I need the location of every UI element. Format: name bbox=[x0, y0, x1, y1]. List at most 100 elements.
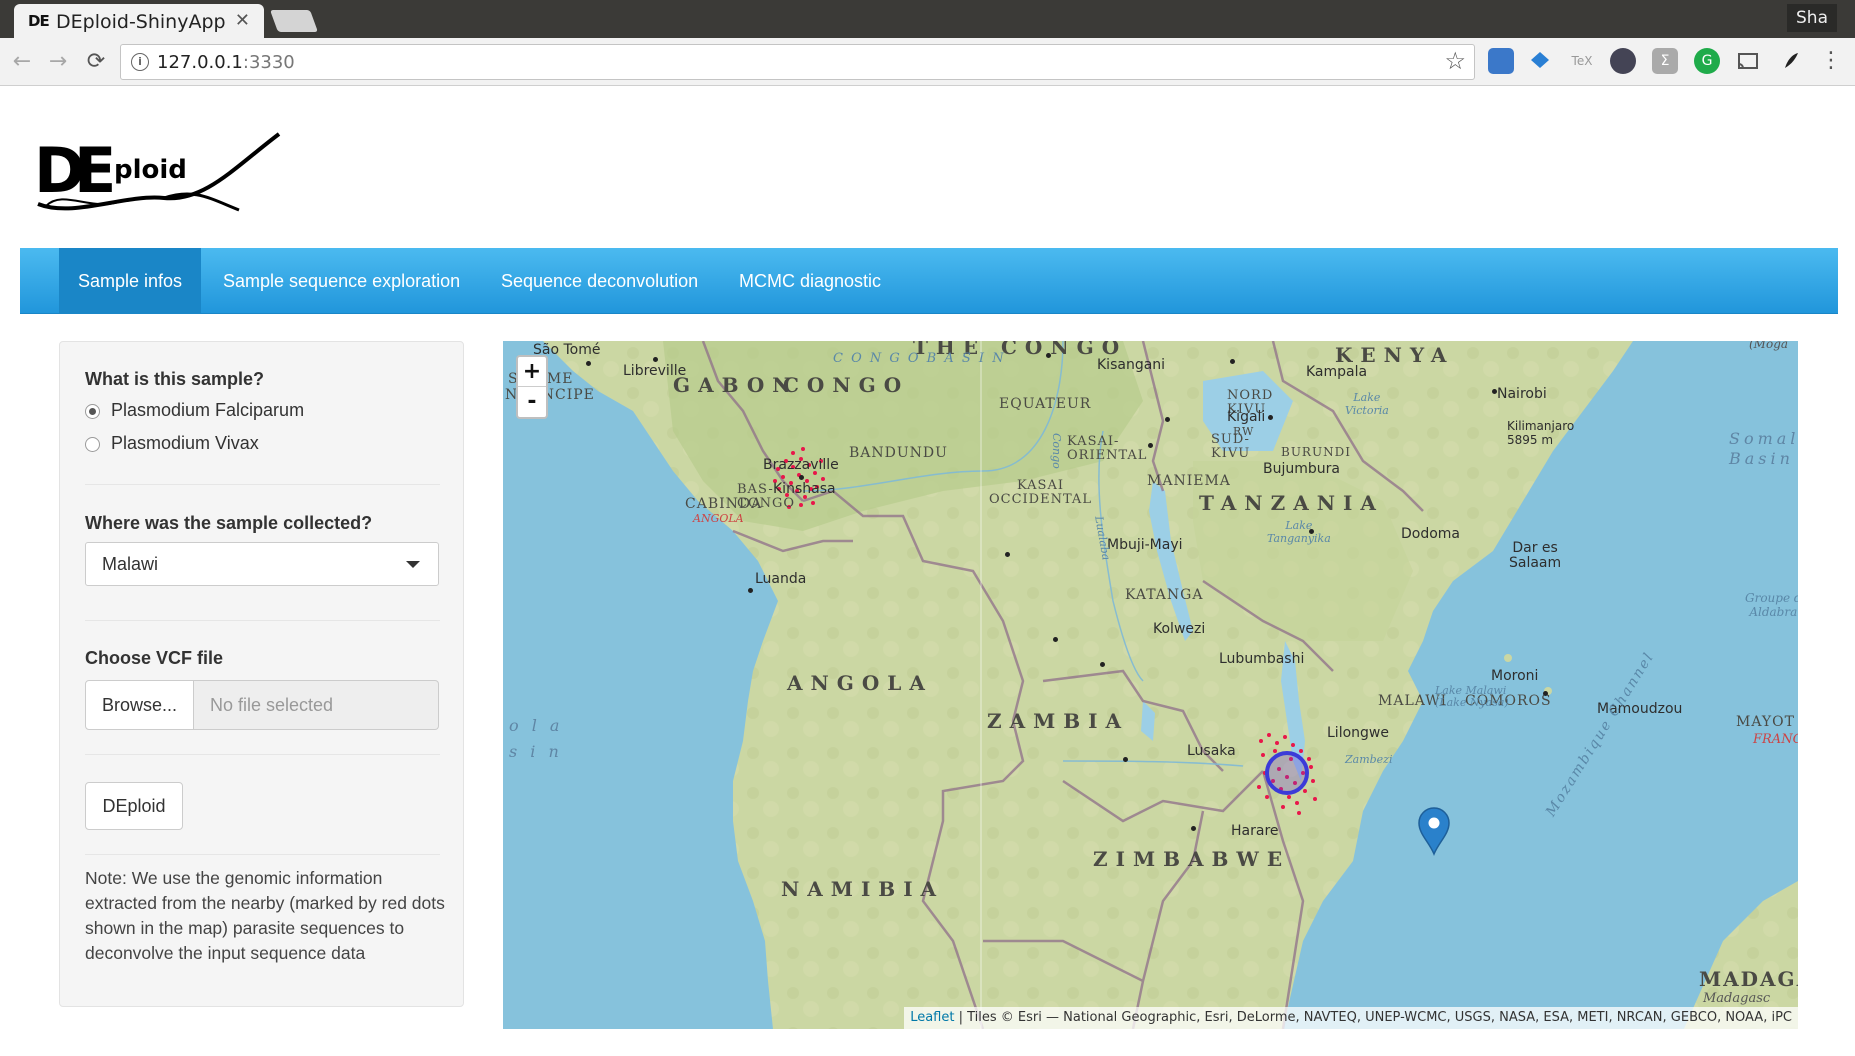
extension-sigma-icon[interactable]: Σ bbox=[1652, 48, 1678, 74]
url-host: 127.0.0.1 bbox=[157, 52, 243, 73]
extension-calendar-icon[interactable] bbox=[1488, 48, 1514, 74]
browse-button[interactable]: Browse... bbox=[85, 680, 194, 730]
browser-toolbar: ← → ⟳ i 127.0.0.1:3330 ☆ TeX Σ G ⋮ bbox=[0, 38, 1855, 86]
map-label-lake-victoria: Lake Victoria bbox=[1345, 391, 1389, 417]
map-label-bujumbura: Bujumbura bbox=[1263, 461, 1340, 477]
map-label-zambezi: Zambezi bbox=[1345, 753, 1393, 766]
menu-kebab-icon[interactable]: ⋮ bbox=[1818, 48, 1844, 74]
map-label-equateur: EQUATEUR bbox=[999, 396, 1092, 412]
url-port: :3330 bbox=[242, 52, 295, 73]
map-label-namibia: NAMIBIA bbox=[781, 877, 945, 901]
city-marker-dot bbox=[799, 475, 804, 480]
tab-close-icon[interactable]: ✕ bbox=[235, 10, 250, 31]
city-marker-dot bbox=[653, 357, 658, 362]
file-placeholder: No file selected bbox=[210, 695, 334, 715]
map-label-zimbabwe: ZIMBABWE bbox=[1093, 847, 1291, 871]
map-label-mogadishu: (Moga bbox=[1749, 341, 1789, 351]
leaflet-link[interactable]: Leaflet bbox=[910, 1010, 954, 1025]
file-name-field[interactable]: No file selected bbox=[194, 680, 439, 730]
back-arrow-icon[interactable]: ← bbox=[8, 48, 36, 76]
radio-vivax-dot[interactable] bbox=[85, 437, 100, 452]
city-marker-dot bbox=[1005, 552, 1010, 557]
city-marker-dot bbox=[1492, 389, 1497, 394]
map-label-kasai-oriental: KASAI- ORIENTAL bbox=[1067, 434, 1148, 463]
map-label-kampala: Kampala bbox=[1306, 364, 1368, 380]
radio-falciparum-dot[interactable] bbox=[85, 404, 100, 419]
map-label-mayotte: MAYOT bbox=[1736, 714, 1795, 730]
browser-tab[interactable]: DE DEploid-ShinyApp ✕ bbox=[14, 4, 264, 38]
city-marker-dot bbox=[1053, 637, 1058, 642]
map-label-congo-river: Congo bbox=[1050, 433, 1063, 469]
extension-tex-icon[interactable]: TeX bbox=[1569, 48, 1595, 74]
sidebar-divider bbox=[85, 854, 440, 855]
map-label-nairobi: Nairobi bbox=[1497, 386, 1547, 402]
city-marker-dot bbox=[1543, 691, 1548, 696]
tab-favicon: DE bbox=[28, 12, 50, 30]
tab-sample-infos[interactable]: Sample infos bbox=[59, 248, 202, 314]
tab-mcmc-diagnostic[interactable]: MCMC diagnostic bbox=[720, 248, 900, 314]
new-tab-button[interactable] bbox=[269, 10, 319, 32]
deploid-logo: D E ploid bbox=[34, 128, 284, 218]
map-label-madagascar: MADAGA bbox=[1699, 967, 1798, 991]
extension-feather-icon[interactable] bbox=[1778, 48, 1804, 74]
extension-grammarly-icon[interactable]: G bbox=[1694, 48, 1720, 74]
svg-text:ploid: ploid bbox=[114, 155, 187, 185]
deploid-run-button[interactable]: DEploid bbox=[85, 782, 183, 830]
map-zoom-control: + - bbox=[516, 355, 548, 419]
map-pin-icon[interactable] bbox=[1417, 806, 1451, 856]
map-label-zambia: ZAMBIA bbox=[987, 709, 1130, 733]
map-label-harare: Harare bbox=[1231, 823, 1279, 839]
site-info-icon[interactable]: i bbox=[131, 53, 149, 71]
map-label-burundi: BURUNDI bbox=[1281, 445, 1351, 459]
caret-down-icon bbox=[406, 561, 420, 568]
city-marker-dot bbox=[1309, 529, 1314, 534]
tab-sequence-deconvolution[interactable]: Sequence deconvolution bbox=[482, 248, 717, 314]
map-label-groupe-aldabra: Groupe d Aldabra bbox=[1745, 591, 1798, 619]
bookmark-star-icon[interactable]: ☆ bbox=[1444, 47, 1466, 76]
radio-falciparum-label: Plasmodium Falciparum bbox=[111, 400, 305, 420]
map-label-kolwezi: Kolwezi bbox=[1153, 621, 1206, 637]
cast-icon[interactable] bbox=[1735, 48, 1761, 74]
map-label-lake-tanganyika: Lake Tanganyika bbox=[1267, 519, 1331, 545]
map-label-katanga: KATANGA bbox=[1125, 587, 1204, 603]
city-marker-dot bbox=[1046, 353, 1051, 358]
city-marker-dot bbox=[586, 361, 591, 366]
map-label-somali-basin: Somal Basin bbox=[1729, 429, 1798, 468]
svg-text:E: E bbox=[74, 134, 116, 207]
map-label-angola: ANGOLA bbox=[787, 671, 933, 695]
leaflet-map[interactable]: GABON CONGO THE CONGO C O N G O B A S I … bbox=[503, 341, 1798, 1029]
map-label-kigali: Kigali bbox=[1227, 409, 1266, 425]
reload-icon[interactable]: ⟳ bbox=[82, 48, 110, 76]
forward-arrow-icon[interactable]: → bbox=[44, 48, 72, 76]
map-label-cabinda: CABINDA bbox=[685, 496, 763, 512]
city-marker-dot bbox=[1230, 359, 1235, 364]
address-bar[interactable]: i 127.0.0.1:3330 ☆ bbox=[120, 44, 1475, 80]
map-label-cabinda-angola: ANGOLA bbox=[693, 512, 744, 525]
map-label-lusaka: Lusaka bbox=[1187, 743, 1236, 759]
zoom-in-button[interactable]: + bbox=[518, 357, 546, 387]
zoom-out-button[interactable]: - bbox=[518, 387, 546, 417]
extension-ghost-icon[interactable] bbox=[1610, 48, 1636, 74]
map-label-lubumbashi: Lubumbashi bbox=[1219, 651, 1305, 667]
map-label-bandundu: BANDUNDU bbox=[849, 445, 948, 461]
map-label-kasai-occidental: KASAI OCCIDENTAL bbox=[989, 478, 1092, 507]
map-label-congo: CONGO bbox=[783, 373, 910, 397]
extension-diamond-icon[interactable] bbox=[1527, 48, 1553, 74]
map-label-dodoma: Dodoma bbox=[1401, 526, 1461, 542]
map-label-kisangani: Kisangani bbox=[1097, 357, 1166, 373]
location-question-label: Where was the sample collected? bbox=[85, 513, 373, 533]
map-label-maniema: MANIEMA bbox=[1147, 473, 1231, 489]
map-label-kilimanjaro: Kilimanjaro 5895 m bbox=[1507, 419, 1575, 447]
map-label-ocean-basin: o l a s i n bbox=[509, 716, 564, 761]
tab-sample-sequence-exploration[interactable]: Sample sequence exploration bbox=[204, 248, 479, 314]
city-marker-dot bbox=[1148, 443, 1153, 448]
profile-chip[interactable]: Sha bbox=[1787, 4, 1837, 32]
map-label-brazzaville: Brazzaville bbox=[763, 457, 839, 473]
vcf-file-label: Choose VCF file bbox=[85, 648, 224, 668]
map-label-madagasc: Madagasc bbox=[1703, 991, 1771, 1006]
map-label-rw: RW bbox=[1233, 425, 1255, 438]
city-marker-dot bbox=[1268, 415, 1273, 420]
map-label-lake-malawi: Lake Malawi (Lake Nyasa) bbox=[1435, 684, 1509, 709]
location-select[interactable]: Malawi bbox=[85, 542, 439, 586]
sidebar-divider bbox=[85, 484, 440, 485]
